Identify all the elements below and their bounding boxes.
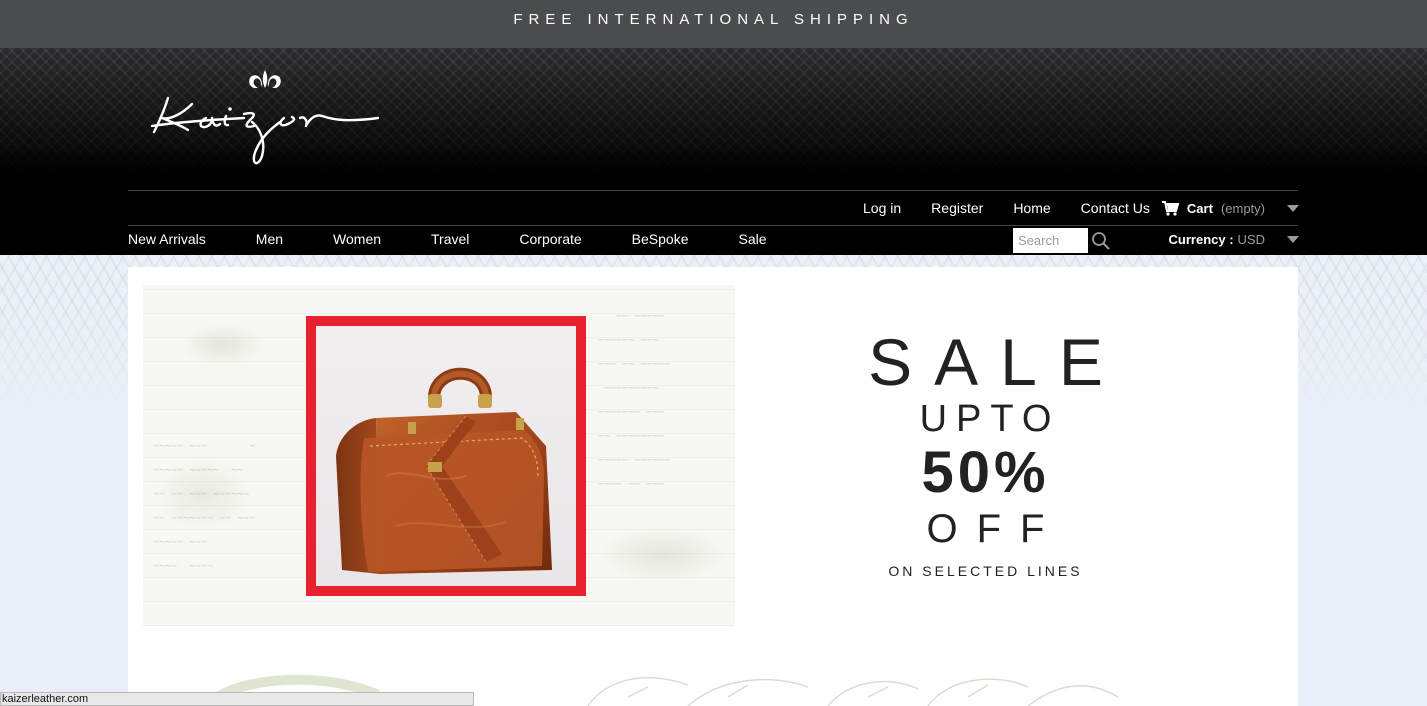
leather-briefcase-image xyxy=(336,367,552,574)
main-content: ~~~~~ ~~~ ~ ~~~~~ ~~~~~ ~~ ~~ ~~ ~~~ ~~~… xyxy=(128,267,1298,706)
search-input[interactable] xyxy=(1013,228,1088,253)
nav-bespoke[interactable]: BeSpoke xyxy=(632,231,689,249)
currency-label: Currency : xyxy=(1168,232,1234,247)
sale-percent: 50% xyxy=(921,440,1050,505)
currency-selector[interactable]: Currency : USD xyxy=(1169,232,1299,247)
account-links: Log in Register Home Contact Us Cart (em… xyxy=(833,199,1299,217)
cart-dropdown-icon[interactable] xyxy=(1287,204,1299,212)
background-handwriting-decoration-right: ~~ ~~~~~ ~~~~~~ ~~~ ~~~ ~~ ~~~~~ ~~~~~~~… xyxy=(598,311,671,490)
header-divider-bottom xyxy=(128,225,1298,226)
sale-banner-image[interactable]: ~~~~~ ~~~ ~ ~~~~~ ~~~~~ ~~ ~~ ~~ ~~~ ~~~… xyxy=(143,285,735,626)
search-icon[interactable] xyxy=(1091,231,1111,251)
kaizer-logo[interactable] xyxy=(148,66,384,170)
nav-travel[interactable]: Travel xyxy=(431,231,469,249)
shipping-banner: FREE INTERNATIONAL SHIPPING xyxy=(0,0,1427,48)
sale-promo-text[interactable]: SALE UPTO 50% OFF ON SELECTED LINES xyxy=(828,327,1143,579)
header-divider-top xyxy=(128,190,1298,191)
nav-women[interactable]: Women xyxy=(333,231,381,249)
nav-sale[interactable]: Sale xyxy=(739,231,767,249)
cart-icon xyxy=(1161,200,1179,216)
currency-dropdown-icon[interactable] xyxy=(1287,236,1299,243)
browser-status-url: kaizerleather.com xyxy=(0,692,474,706)
background-handwriting-decoration: ~~~~~ ~~~ ~ ~~~~~ ~~~~~ ~~ ~~ ~~ ~~~ ~~~… xyxy=(153,441,256,572)
cart-label: Cart xyxy=(1186,200,1213,216)
cart-status: (empty) xyxy=(1220,200,1265,216)
nav-men[interactable]: Men xyxy=(256,231,283,249)
sale-subtitle: ON SELECTED LINES xyxy=(888,563,1083,579)
shipping-banner-text: FREE INTERNATIONAL SHIPPING xyxy=(513,11,914,28)
contact-us-link[interactable]: Contact Us xyxy=(1081,200,1150,216)
cart-button[interactable]: Cart (empty) xyxy=(1161,200,1299,216)
sale-off: OFF xyxy=(926,507,1064,551)
sale-title: SALE xyxy=(868,325,1125,399)
nav-corporate[interactable]: Corporate xyxy=(519,231,581,249)
sale-upto: UPTO xyxy=(919,398,1061,440)
main-navigation: New Arrivals Men Women Travel Corporate … xyxy=(128,231,817,249)
home-link[interactable]: Home xyxy=(1013,200,1050,216)
site-header xyxy=(0,48,1427,255)
currency-value: USD xyxy=(1237,232,1265,247)
product-photo-frame xyxy=(306,316,586,596)
login-link[interactable]: Log in xyxy=(863,200,901,216)
register-link[interactable]: Register xyxy=(931,200,983,216)
nav-new-arrivals[interactable]: New Arrivals xyxy=(128,231,206,249)
